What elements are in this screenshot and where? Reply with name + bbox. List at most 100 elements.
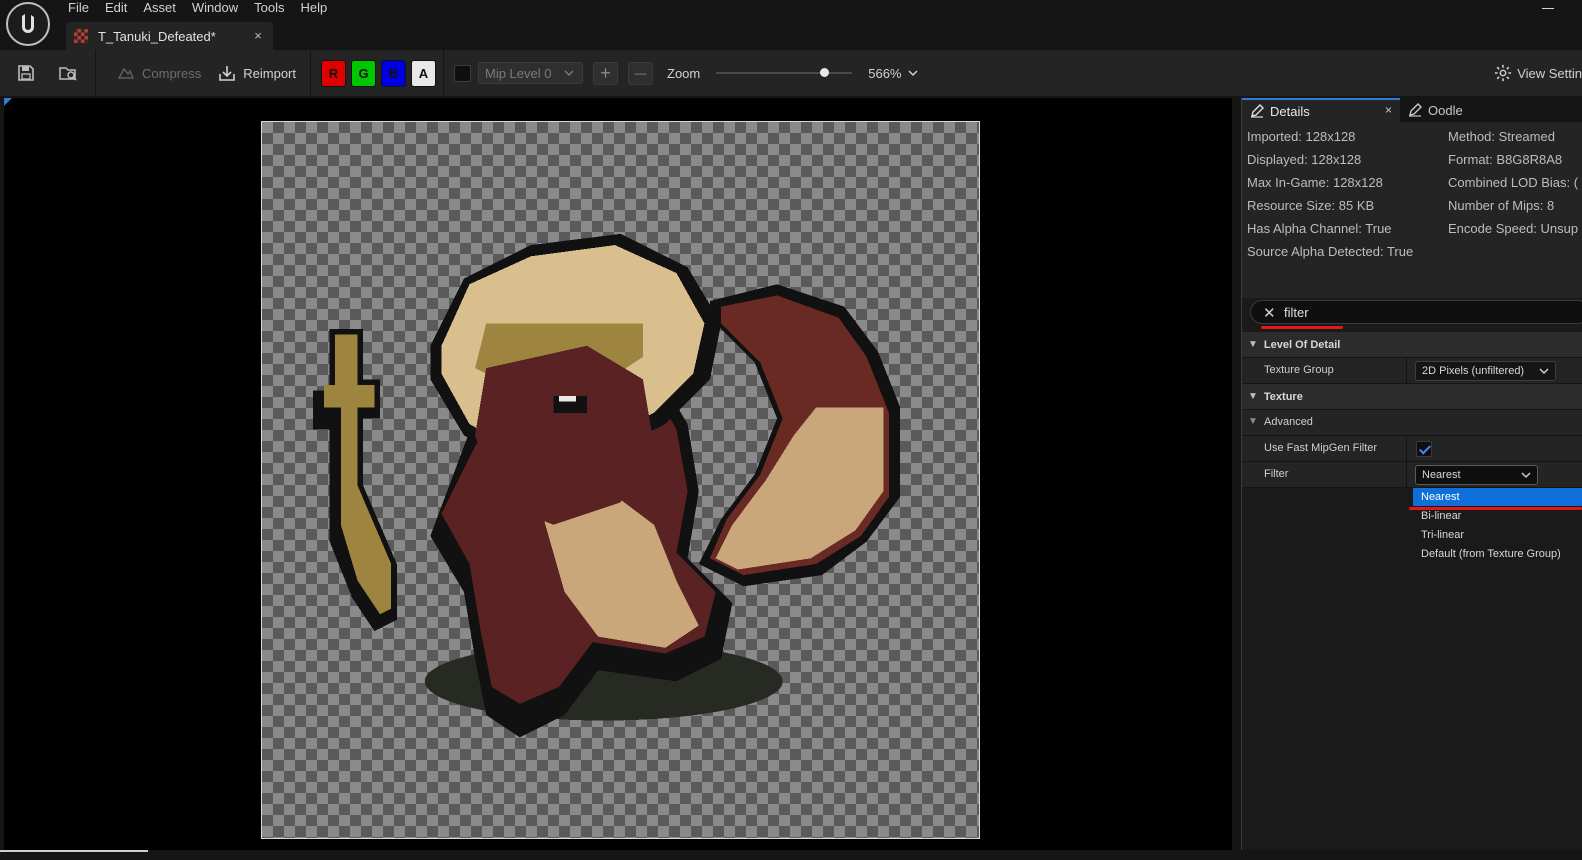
subcategory-advanced[interactable]: ▼ Advanced [1242,410,1582,436]
filter-option-default[interactable]: Default (from Texture Group) [1413,545,1582,563]
property-label: Use Fast MipGen Filter [1264,442,1378,454]
menu-bar: File Edit Asset Window Tools Help [60,0,335,18]
info-source-alpha: Source Alpha Detected: True [1247,244,1414,259]
reimport-button[interactable]: Reimport [209,56,304,90]
info-displayed: Displayed: 128x128 [1247,152,1362,167]
mip-level-value: Mip Level 0 [485,65,552,81]
tab-oodle[interactable]: Oodle [1400,98,1520,122]
mip-decrease-button[interactable]: — [628,61,653,85]
menu-help[interactable]: Help [292,0,335,18]
expand-triangle-icon: ▼ [1248,339,1258,350]
info-has-alpha: Has Alpha Channel: True [1247,221,1392,236]
browse-button[interactable] [51,56,85,90]
compress-icon [117,67,135,79]
mip-increase-button[interactable]: + [593,61,618,85]
tab-close-icon[interactable]: × [249,27,267,45]
view-settings-label: View Settin [1517,65,1582,81]
texture-asset-icon [74,29,88,43]
column-separator [1406,436,1407,462]
expand-triangle-icon: ▼ [1248,391,1258,402]
channel-blue-toggle[interactable]: B [381,59,406,87]
column-separator [1406,358,1407,384]
column-separator [1406,462,1407,488]
pencil-icon [1251,104,1264,118]
chevron-down-icon [1539,368,1549,375]
compress-button[interactable]: Compress [108,56,209,90]
category-label: Texture [1263,390,1303,403]
menu-tools[interactable]: Tools [246,0,292,18]
tab-details-label: Details [1270,103,1310,119]
texture-viewport[interactable] [4,98,1232,850]
clear-search-icon[interactable]: ✕ [1263,304,1276,322]
toolbar-separator [443,50,444,96]
texture-preview[interactable] [261,121,980,839]
toolbar-separator [310,50,311,96]
search-input[interactable] [1284,303,1574,321]
browse-folder-icon [59,67,77,81]
channel-red-toggle[interactable]: R [321,59,346,87]
filter-dropdown-menu: Nearest Bi-linear Tri-linear Default (fr… [1413,488,1582,566]
search-highlight-underline [1261,326,1343,329]
mip-level-checkbox[interactable] [454,64,471,82]
filter-option-nearest[interactable]: Nearest [1413,488,1582,506]
panel-splitter[interactable] [1232,98,1241,850]
asset-tab[interactable]: T_Tanuki_Defeated* × [66,22,273,50]
info-resource-size: Resource Size: 85 KB [1247,198,1375,213]
zoom-slider[interactable] [716,66,853,80]
info-format: Format: B8G8R8A8 [1448,152,1563,167]
subcategory-label: Advanced [1264,416,1313,428]
channel-green-toggle[interactable]: G [351,59,376,87]
expand-triangle-icon: ▼ [1248,416,1258,427]
chevron-down-icon[interactable] [907,68,919,78]
view-settings-button[interactable]: View Settin [1494,50,1582,96]
filter-combo[interactable]: Nearest [1415,465,1538,485]
tab-oodle-label: Oodle [1428,102,1463,118]
property-fast-mipgen: Use Fast MipGen Filter [1242,436,1582,462]
compress-label: Compress [142,65,202,81]
property-list: ▼ Level Of Detail Texture Group 2D Pixel… [1242,332,1582,488]
reimport-label: Reimport [243,65,296,81]
mip-level-select[interactable]: Mip Level 0 [478,62,583,84]
filter-option-trilinear[interactable]: Tri-linear [1413,526,1582,544]
fast-mipgen-checkbox[interactable] [1416,441,1432,457]
tab-details[interactable]: Details × [1242,98,1400,122]
menu-asset[interactable]: Asset [135,0,184,18]
category-label: Level Of Detail [1263,338,1341,351]
bottom-status-strip [0,850,1582,860]
chevron-down-icon [564,70,574,77]
zoom-slider-track [716,72,853,74]
save-button[interactable] [9,56,43,90]
property-label: Texture Group [1264,364,1334,376]
zoom-value[interactable]: 566% [868,66,901,81]
texture-group-combo[interactable]: 2D Pixels (unfiltered) [1415,361,1556,381]
tab-close-icon[interactable]: × [1385,103,1392,117]
info-num-mips: Number of Mips: 8 [1448,198,1555,213]
tanuki-sprite-image [312,233,901,738]
toolbar-separator [95,50,96,96]
property-texture-group: Texture Group 2D Pixels (unfiltered) [1242,358,1582,384]
menu-window[interactable]: Window [184,0,246,18]
option-highlight-underline [1409,507,1582,510]
info-encode-speed: Encode Speed: Unsup [1448,221,1579,236]
viewport-corner-marker [4,98,12,106]
gear-icon [1495,64,1512,82]
info-imported: Imported: 128x128 [1247,129,1356,144]
save-icon [18,65,34,81]
menu-file[interactable]: File [60,0,97,18]
texture-info-area: Imported: 128x128 Displayed: 128x128 Max… [1242,122,1582,298]
property-label: Filter [1264,468,1289,480]
property-filter: Filter Nearest [1242,462,1582,488]
title-bar: File Edit Asset Window Tools Help T_Tanu… [0,0,1582,52]
category-texture[interactable]: ▼ Texture [1242,384,1582,410]
zoom-slider-thumb[interactable] [820,68,830,77]
channel-alpha-toggle[interactable]: A [411,59,436,87]
info-lod-bias: Combined LOD Bias: ( [1448,175,1579,190]
unreal-logo-icon[interactable] [6,2,50,46]
filter-value: Nearest [1422,469,1461,481]
category-level-of-detail[interactable]: ▼ Level Of Detail [1242,332,1582,358]
pencil-icon [1409,103,1422,117]
details-panel: Details × Oodle Imported: 128x128 Displa… [1241,98,1582,850]
minimize-button[interactable] [1538,0,1558,16]
menu-edit[interactable]: Edit [97,0,135,18]
search-area: ✕ [1242,298,1582,332]
